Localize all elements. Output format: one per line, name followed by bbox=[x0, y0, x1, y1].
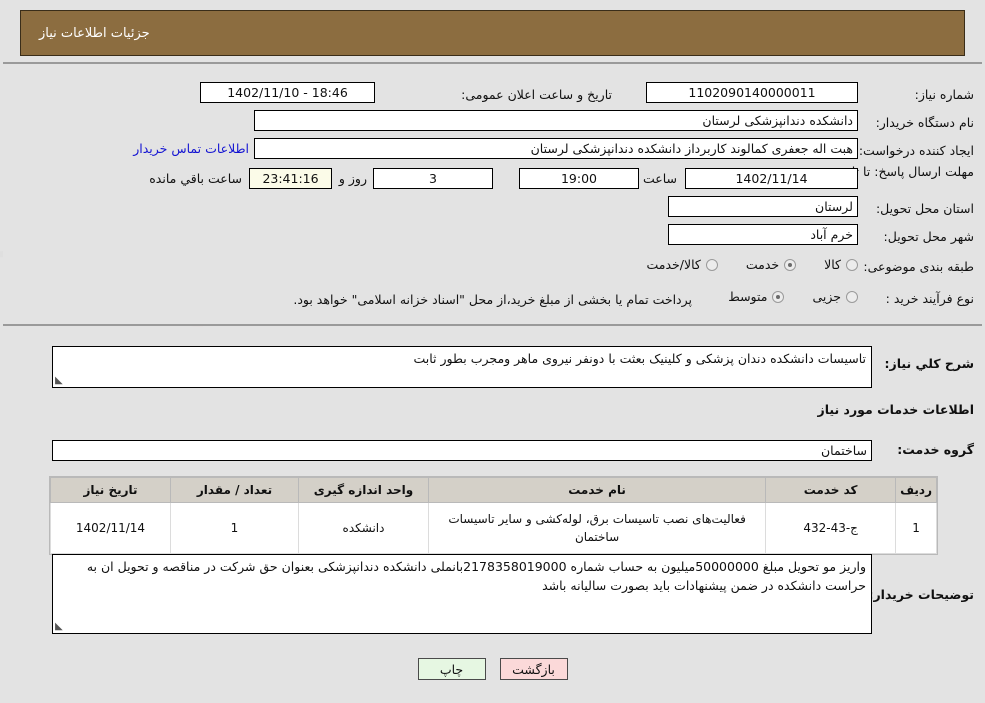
deadline-label: مهلت ارسال پاسخ: تا تاریخ: bbox=[829, 164, 974, 179]
table-row: 1 ج-43-432 فعالیت‌های نصب تاسیسات برق، ل… bbox=[50, 502, 937, 554]
hour-value: 19:00 bbox=[519, 168, 639, 189]
cell-name: فعالیت‌های نصب تاسیسات برق، لوله‌کشی و س… bbox=[427, 502, 767, 554]
buyer-org-row: نام دستگاه خریدار: bbox=[876, 112, 974, 134]
creator-value: هبت اله جعفری کمالوند کاربرداز دانشکده د… bbox=[254, 138, 858, 159]
service-group-label: گروه خدمت: bbox=[897, 442, 974, 457]
col-unit: واحد اندازه گیری bbox=[298, 477, 429, 503]
resize-grip-icon[interactable]: ◢ bbox=[55, 375, 65, 386]
page-header: جزئیات اطلاعات نیاز bbox=[20, 10, 965, 56]
services-table: ردیف کد خدمت نام خدمت واحد اندازه گیری ت… bbox=[50, 477, 937, 554]
process-option-jozei[interactable]: جزیی bbox=[812, 289, 858, 304]
buyer-notes-textarea[interactable]: واریز مو تحویل مبلغ 50000000میلیون به حس… bbox=[52, 554, 872, 634]
creator-row: ایجاد کننده درخواست: bbox=[859, 140, 974, 162]
cell-date: 1402/11/14 bbox=[50, 502, 171, 554]
description-value: تاسیسات دانشکده دندان پزشکی و کلینیک بعث… bbox=[413, 351, 867, 366]
print-button[interactable]: چاپ bbox=[417, 658, 486, 680]
need-number-label: شماره نیاز: bbox=[914, 86, 974, 102]
treasury-note: پرداخت تمام یا بخشی از مبلغ خرید،از محل … bbox=[293, 292, 692, 307]
radio-icon[interactable] bbox=[772, 290, 785, 303]
page-root: جزئیات اطلاعات نیاز AriaTender.net شماره… bbox=[0, 0, 985, 703]
radio-icon[interactable] bbox=[846, 290, 858, 303]
description-label: شرح کلي نياز: bbox=[884, 356, 974, 371]
cell-radif: 1 bbox=[895, 502, 937, 554]
countdown-timer: 23:41:16 bbox=[249, 168, 332, 189]
buyer-notes-label: توضیحات خریدار: bbox=[868, 587, 974, 602]
resize-grip-icon[interactable]: ◢ bbox=[55, 621, 65, 632]
province-value: لرستان bbox=[668, 196, 858, 217]
action-button-bar: بازگشت چاپ bbox=[0, 658, 985, 680]
buyer-notes-value: واریز مو تحویل مبلغ 50000000میلیون به حس… bbox=[86, 559, 866, 593]
buyer-org-value: دانشکده دندانپزشکی لرستان bbox=[254, 110, 858, 131]
radio-icon[interactable] bbox=[846, 258, 858, 271]
creator-label: ایجاد کننده درخواست: bbox=[858, 142, 974, 158]
back-button[interactable]: بازگشت bbox=[499, 658, 568, 680]
col-date: تاریخ نیاز bbox=[50, 477, 171, 503]
table-header-row: ردیف کد خدمت نام خدمت واحد اندازه گیری ت… bbox=[50, 477, 937, 503]
process-option-motavaset[interactable]: متوسط bbox=[728, 289, 785, 304]
process-option-label: متوسط bbox=[728, 289, 768, 304]
category-option-kala[interactable]: کالا bbox=[824, 257, 858, 272]
category-option-label: خدمت bbox=[745, 257, 780, 272]
radio-icon[interactable] bbox=[705, 258, 718, 271]
cell-unit: دانشکده bbox=[298, 502, 429, 554]
need-number-value: 1102090140000011 bbox=[646, 82, 858, 103]
need-number-row: شماره نیاز: bbox=[915, 84, 974, 106]
services-table-wrap: ردیف کد خدمت نام خدمت واحد اندازه گیری ت… bbox=[49, 476, 938, 555]
category-option-kala-khedmat[interactable]: کالا/خدمت bbox=[646, 257, 718, 272]
hour-label: ساعت bbox=[642, 171, 677, 186]
deadline-row: مهلت ارسال پاسخ: تا تاریخ: bbox=[829, 164, 974, 186]
col-quantity: تعداد / مقدار bbox=[170, 477, 299, 503]
page-title: جزئیات اطلاعات نیاز bbox=[39, 25, 150, 41]
announce-label: تاریخ و ساعت اعلان عمومی: bbox=[461, 86, 612, 102]
col-code: کد خدمت bbox=[765, 477, 897, 503]
services-section-title: اطلاعات خدمات مورد نیاز bbox=[817, 402, 975, 417]
province-row: استان محل تحویل: bbox=[876, 198, 974, 220]
category-option-khedmat[interactable]: خدمت bbox=[745, 257, 797, 272]
province-label: استان محل تحویل: bbox=[875, 200, 974, 216]
buyer-contact-link[interactable]: اطلاعات تماس خریدار bbox=[133, 141, 249, 156]
process-label: نوع فرآیند خرید : bbox=[885, 290, 974, 306]
city-row: شهر محل تحویل: bbox=[884, 226, 974, 248]
category-option-label: کالا bbox=[824, 257, 841, 272]
col-radif: ردیف bbox=[895, 477, 937, 503]
cell-quantity: 1 bbox=[170, 502, 299, 554]
service-group-value: ساختمان bbox=[52, 440, 872, 461]
category-option-label: کالا/خدمت bbox=[646, 257, 701, 272]
city-label: شهر محل تحویل: bbox=[883, 228, 974, 244]
days-remaining-value: 3 bbox=[373, 168, 493, 189]
category-radio-group: کالا خدمت کالا/خدمت bbox=[646, 257, 858, 272]
details-panel: شرح کلي نياز: تاسیسات دانشکده دندان پزشک… bbox=[3, 330, 982, 650]
announce-row: تاریخ و ساعت اعلان عمومی: bbox=[461, 84, 612, 106]
category-label: طبقه بندی موضوعی: bbox=[863, 258, 974, 274]
deadline-date-value: 1402/11/14 bbox=[685, 168, 858, 189]
need-info-panel: شماره نیاز: 1102090140000011 تاریخ و ساع… bbox=[3, 62, 982, 326]
buyer-org-label: نام دستگاه خریدار: bbox=[875, 114, 974, 130]
days-suffix-label: روز و bbox=[338, 171, 367, 186]
description-textarea[interactable]: تاسیسات دانشکده دندان پزشکی و کلینیک بعث… bbox=[52, 346, 872, 388]
cell-code: ج-43-432 bbox=[765, 502, 897, 554]
process-row: نوع فرآیند خرید : bbox=[886, 288, 974, 310]
col-name: نام خدمت bbox=[427, 477, 767, 503]
process-radio-group: جزیی متوسط bbox=[728, 289, 858, 304]
process-option-label: جزیی bbox=[812, 289, 841, 304]
city-value: خرم آباد bbox=[668, 224, 858, 245]
announce-value: 18:46 - 1402/11/10 bbox=[200, 82, 375, 103]
countdown-suffix-label: ساعت باقي مانده bbox=[149, 171, 242, 186]
category-row: طبقه بندی موضوعی: bbox=[863, 256, 974, 278]
radio-icon[interactable] bbox=[784, 258, 797, 271]
